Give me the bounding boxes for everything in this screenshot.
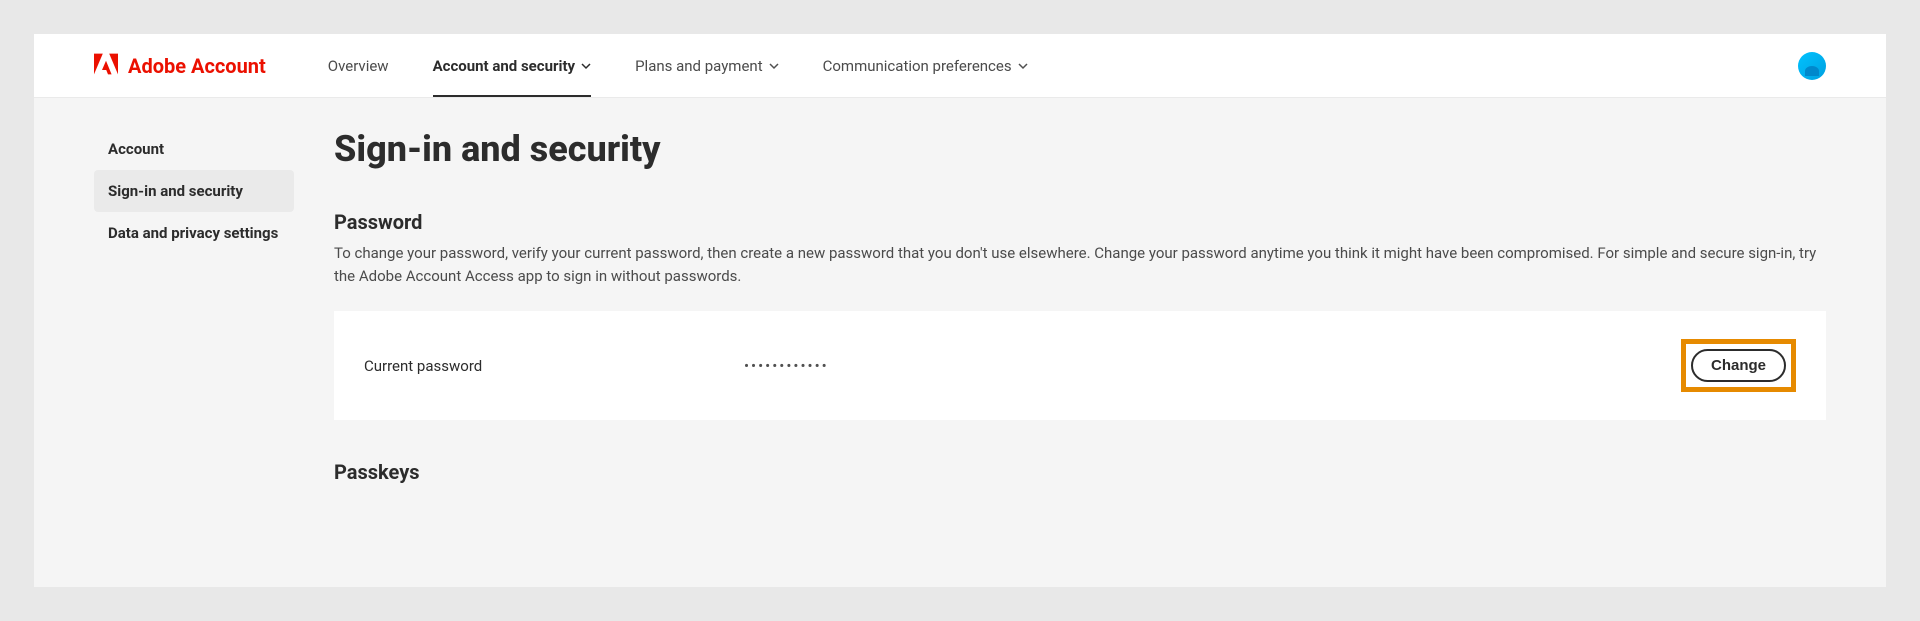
password-section: Password To change your password, verify… [334, 210, 1826, 420]
sidebar-item-data-privacy[interactable]: Data and privacy settings [94, 212, 294, 254]
chevron-down-icon [581, 61, 591, 71]
sidebar: Account Sign-in and security Data and pr… [94, 128, 294, 492]
sidebar-item-signin-security[interactable]: Sign-in and security [94, 170, 294, 212]
change-button-highlight: Change [1681, 339, 1796, 392]
nav-label: Account and security [433, 57, 576, 75]
passkeys-section-title: Passkeys [334, 460, 1826, 484]
nav-item-account-security[interactable]: Account and security [411, 34, 614, 97]
nav-item-plans-payment[interactable]: Plans and payment [613, 34, 801, 97]
app-window: Adobe Account Overview Account and secur… [34, 34, 1886, 587]
main: Sign-in and security Password To change … [334, 128, 1826, 492]
adobe-logo-icon [94, 53, 118, 79]
sidebar-item-label: Account [108, 140, 164, 158]
brand[interactable]: Adobe Account [94, 53, 266, 79]
avatar[interactable] [1798, 52, 1826, 80]
chevron-down-icon [1018, 61, 1028, 71]
nav-item-overview[interactable]: Overview [306, 34, 411, 97]
page-title: Sign-in and security [334, 128, 1826, 170]
sidebar-item-label: Sign-in and security [108, 182, 243, 200]
content: Account Sign-in and security Data and pr… [34, 98, 1886, 522]
passkeys-section: Passkeys [334, 460, 1826, 484]
nav-label: Plans and payment [635, 57, 763, 75]
nav-item-communication-preferences[interactable]: Communication preferences [801, 34, 1050, 97]
current-password-label: Current password [364, 357, 744, 375]
top-nav: Overview Account and security Plans and … [306, 34, 1050, 97]
nav-label: Communication preferences [823, 57, 1012, 75]
password-section-title: Password [334, 210, 1826, 234]
brand-name: Adobe Account [128, 54, 266, 78]
password-card: Current password •••••••••••• Change [334, 311, 1826, 420]
sidebar-item-account[interactable]: Account [94, 128, 294, 170]
header: Adobe Account Overview Account and secur… [34, 34, 1886, 98]
chevron-down-icon [769, 61, 779, 71]
password-section-description: To change your password, verify your cur… [334, 242, 1826, 287]
change-button-label: Change [1711, 357, 1766, 374]
sidebar-item-label: Data and privacy settings [108, 224, 278, 242]
current-password-value: •••••••••••• [744, 357, 1681, 375]
nav-label: Overview [328, 57, 389, 75]
change-password-button[interactable]: Change [1691, 349, 1786, 382]
